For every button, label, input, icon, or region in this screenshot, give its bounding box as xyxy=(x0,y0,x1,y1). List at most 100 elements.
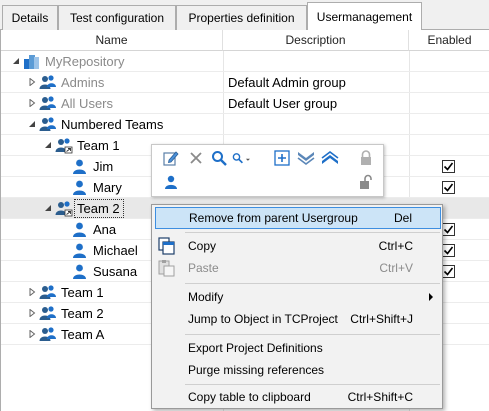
row-description: Default Admin group xyxy=(228,75,346,90)
expanded-arrow-icon[interactable] xyxy=(43,203,53,213)
usergroup-link-icon xyxy=(55,200,73,217)
collapsed-arrow-icon[interactable] xyxy=(27,287,37,297)
menu-item-label: Jump to Object in TCProject xyxy=(188,312,338,326)
move-up-icon[interactable] xyxy=(321,149,339,167)
menu-separator xyxy=(185,283,440,284)
menu-separator xyxy=(185,384,440,385)
menu-item-export-project-definitions[interactable]: Export Project Definitions xyxy=(155,337,441,359)
repository-icon xyxy=(23,53,40,70)
tree-row[interactable]: All Users Default User group xyxy=(1,93,489,114)
user-icon xyxy=(71,221,88,238)
row-name: Team 1 xyxy=(61,285,104,300)
column-header-label: Description xyxy=(285,33,346,47)
expanded-arrow-icon[interactable] xyxy=(27,119,37,129)
menu-item-label: Purge missing references xyxy=(188,363,325,377)
menu-item-shortcut: Ctrl+Shift+C xyxy=(347,390,413,404)
collapsed-arrow-icon[interactable] xyxy=(27,98,37,108)
row-name: Team 2 xyxy=(61,306,104,321)
row-name: Ana xyxy=(93,222,117,237)
row-name: Jim xyxy=(93,159,114,174)
tab-usermanagement[interactable]: Usermanagement xyxy=(307,2,422,31)
tab-label: Test configuration xyxy=(69,11,165,25)
usergroup-icon xyxy=(39,284,56,301)
collapsed-arrow-icon[interactable] xyxy=(27,329,37,339)
menu-item-label: Export Project Definitions xyxy=(188,341,323,355)
row-name: Susana xyxy=(93,264,138,279)
copy-icon xyxy=(158,237,176,258)
collapse-all-icon[interactable] xyxy=(297,149,315,167)
tab-bar: Details Test configuration Properties de… xyxy=(0,0,489,31)
collapsed-arrow-icon[interactable] xyxy=(27,308,37,318)
submenu-arrow-icon xyxy=(429,293,433,301)
row-name: Mary xyxy=(93,180,122,195)
menu-separator xyxy=(185,334,440,335)
menu-item-shortcut: Ctrl+Shift+J xyxy=(350,312,413,326)
column-header-enabled[interactable]: Enabled xyxy=(409,30,489,51)
menu-item-purge-missing-references[interactable]: Purge missing references xyxy=(155,359,441,381)
enabled-checkbox[interactable] xyxy=(442,181,455,194)
column-header-description[interactable]: Description xyxy=(223,30,409,51)
focus-rectangle xyxy=(74,199,124,218)
context-menu: Remove from parent Usergroup Del Copy Ct… xyxy=(151,204,443,409)
row-name: MyRepository xyxy=(45,54,125,69)
expanded-arrow-icon[interactable] xyxy=(11,56,21,66)
collapsed-arrow-icon[interactable] xyxy=(27,77,37,87)
tree-row[interactable]: Admins Default Admin group xyxy=(1,72,489,93)
mini-toolbar xyxy=(151,144,384,197)
usergroup-link-icon xyxy=(55,137,73,154)
menu-item-paste[interactable]: Paste Ctrl+V xyxy=(155,257,441,279)
enabled-checkbox[interactable] xyxy=(442,223,455,236)
column-header-label: Name xyxy=(95,33,128,47)
usergroup-icon xyxy=(39,95,56,112)
usergroup-icon xyxy=(39,326,56,343)
expand-all-icon[interactable] xyxy=(273,149,291,167)
unlock-icon[interactable] xyxy=(357,173,375,191)
menu-item-label: Copy table to clipboard xyxy=(188,390,311,404)
tree-row[interactable]: MyRepository xyxy=(1,51,489,72)
row-description: Default User group xyxy=(228,96,338,111)
search-icon[interactable] xyxy=(210,149,228,167)
search-dropdown-icon[interactable] xyxy=(232,149,250,167)
row-name: Team 1 xyxy=(77,138,120,153)
row-name: Michael xyxy=(93,243,138,258)
usergroup-icon xyxy=(39,74,56,91)
column-header-name[interactable]: Name xyxy=(1,30,223,51)
tab-label: Usermanagement xyxy=(316,10,413,24)
menu-item-copy[interactable]: Copy Ctrl+C xyxy=(155,235,441,257)
usergroup-icon xyxy=(39,116,56,133)
enabled-checkbox[interactable] xyxy=(442,265,455,278)
usergroup-icon xyxy=(39,305,56,322)
user-icon xyxy=(71,242,88,259)
row-name: Admins xyxy=(61,75,105,90)
menu-separator xyxy=(185,232,440,233)
paste-icon xyxy=(158,259,176,280)
tab-label: Properties definition xyxy=(188,11,295,25)
column-header-label: Enabled xyxy=(427,33,472,47)
menu-item-shortcut: Ctrl+V xyxy=(379,261,413,275)
menu-item-label: Paste xyxy=(188,261,219,275)
menu-item-remove-from-parent-usergroup[interactable]: Remove from parent Usergroup Del xyxy=(155,207,441,229)
menu-item-copy-table-to-clipboard[interactable]: Copy table to clipboard Ctrl+Shift+C xyxy=(155,386,441,408)
row-name: Numbered Teams xyxy=(61,117,164,132)
delete-icon[interactable] xyxy=(187,149,205,167)
user-icon xyxy=(71,158,88,175)
edit-icon[interactable] xyxy=(162,149,180,167)
menu-item-shortcut: Ctrl+C xyxy=(378,239,413,253)
menu-item-label: Copy xyxy=(188,239,217,253)
menu-item-label: Modify xyxy=(188,290,224,304)
tab-details[interactable]: Details xyxy=(2,5,58,30)
tab-properties-definition[interactable]: Properties definition xyxy=(176,5,307,30)
menu-item-label: Remove from parent Usergroup xyxy=(189,211,358,225)
lock-icon[interactable] xyxy=(357,149,375,167)
add-user-icon[interactable] xyxy=(162,173,180,191)
tab-test-configuration[interactable]: Test configuration xyxy=(58,5,176,30)
user-icon xyxy=(71,179,88,196)
row-name: Team A xyxy=(61,327,105,342)
enabled-checkbox[interactable] xyxy=(442,160,455,173)
menu-item-jump-to-object[interactable]: Jump to Object in TCProject Ctrl+Shift+J xyxy=(155,308,441,330)
enabled-checkbox[interactable] xyxy=(442,244,455,257)
menu-item-modify[interactable]: Modify xyxy=(155,286,441,308)
tree-row[interactable]: Numbered Teams xyxy=(1,114,489,135)
expanded-arrow-icon[interactable] xyxy=(43,140,53,150)
menu-item-shortcut: Del xyxy=(393,211,412,225)
